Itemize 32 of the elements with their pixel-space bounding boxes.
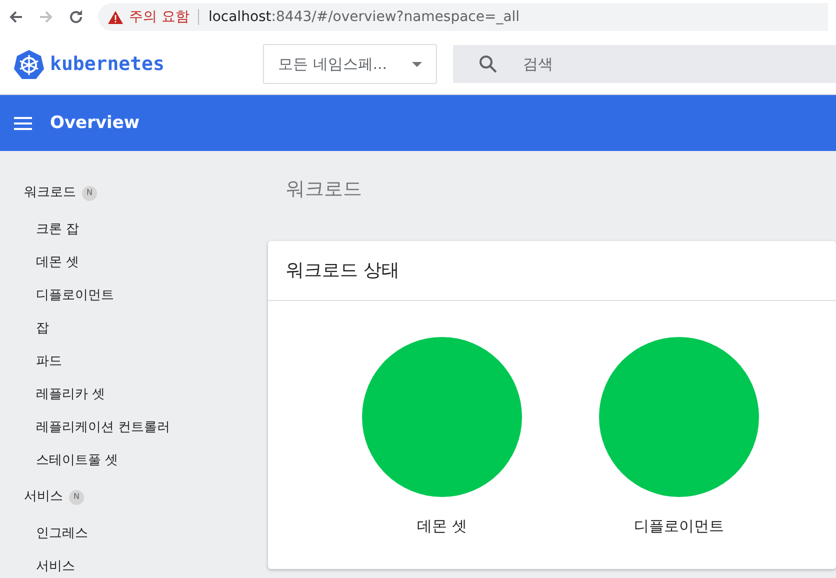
sidebar-item[interactable]: 인그레스 <box>0 517 250 550</box>
namespace-dropdown[interactable]: 모든 네임스페... <box>263 44 437 84</box>
section-heading: 워크로드 <box>286 177 363 202</box>
chart-label: 디플로이먼트 <box>633 516 725 537</box>
helm-wheel-icon <box>14 49 44 79</box>
sidebar-item[interactable]: 서비스 <box>0 550 250 578</box>
namespace-badge: N <box>82 186 97 200</box>
warning-icon <box>108 10 123 24</box>
card-title: 워크로드 상태 <box>268 241 836 301</box>
reload-icon[interactable] <box>68 9 84 25</box>
back-icon[interactable] <box>8 9 24 25</box>
search-field[interactable]: 검색 <box>453 45 836 83</box>
menu-icon[interactable] <box>14 116 32 130</box>
chart-label: 데몬 셋 <box>416 516 468 537</box>
address-bar[interactable]: 주의 요함 localhost:8443/#/overview?namespace=_all <box>98 3 828 31</box>
sidebar-item[interactable]: 디플로이먼트 <box>0 279 250 312</box>
caret-icon <box>412 62 422 66</box>
sidebar-item[interactable]: 데몬 셋 <box>0 246 250 279</box>
sidebar-item[interactable]: 잡 <box>0 312 250 345</box>
url-text: localhost:8443/#/overview?namespace=_all <box>208 8 520 26</box>
page-title: Overview <box>50 112 140 134</box>
search-icon <box>479 55 497 73</box>
sidebar-item[interactable]: 파드 <box>0 345 250 378</box>
sidebar-item[interactable]: 크론 잡 <box>0 213 250 246</box>
logo-text: kubernetes <box>50 52 164 77</box>
sidebar-item[interactable]: 레플리카 셋 <box>0 378 250 411</box>
security-warning: 주의 요함 <box>129 8 190 26</box>
namespace-badge: N <box>69 490 84 504</box>
nav-section-title[interactable]: 서비스 <box>24 487 63 507</box>
sidebar-item[interactable]: 스테이트풀 셋 <box>0 444 250 477</box>
nav-section-title[interactable]: 워크로드 <box>24 183 76 203</box>
sidebar-item[interactable]: 레플리케이션 컨트롤러 <box>0 411 250 444</box>
